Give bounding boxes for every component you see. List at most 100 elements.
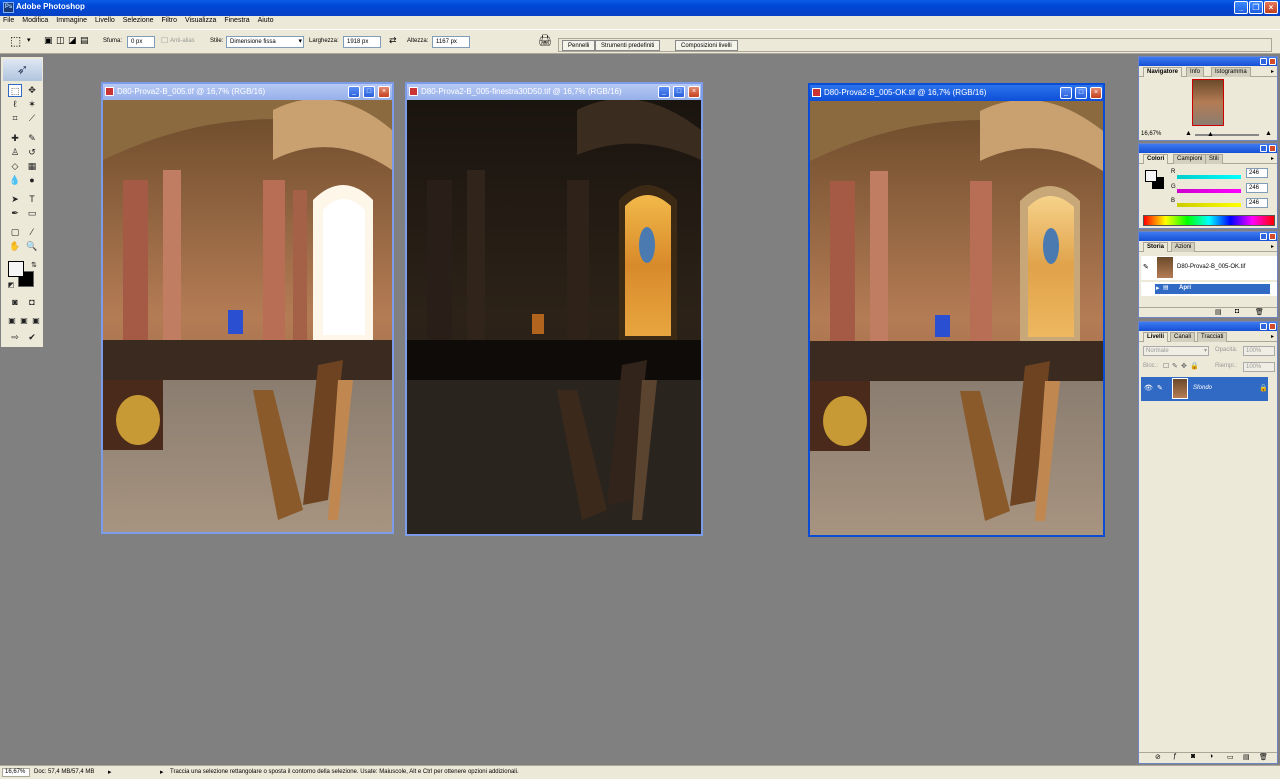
healing-brush-tool-icon[interactable]: ✚ (8, 132, 22, 145)
tab-livelli[interactable]: Livelli (1143, 332, 1169, 342)
doc-minimize-button[interactable]: _ (348, 86, 360, 98)
channel-g-input[interactable]: 246 (1246, 183, 1268, 193)
document-canvas[interactable] (810, 101, 1103, 535)
tab-info[interactable]: Info (1186, 67, 1205, 77)
palette-menu-icon[interactable]: ▸ (1271, 333, 1274, 340)
palette-close-button[interactable] (1269, 145, 1276, 152)
close-button[interactable]: × (1264, 1, 1278, 14)
doc-maximize-button[interactable]: □ (363, 86, 375, 98)
menu-livello[interactable]: Livello (92, 16, 118, 24)
palette-header[interactable] (1139, 232, 1277, 241)
rect-marquee-tool-icon[interactable]: ⬚ (8, 84, 22, 97)
doc-close-button[interactable]: × (688, 86, 700, 98)
shape-tool-icon[interactable]: ▭ (25, 207, 39, 220)
document-window-dark[interactable]: D80-Prova2-B_005-finestra30D50.tif @ 16,… (405, 82, 703, 536)
eyedropper-tool-icon[interactable]: ⁄ (25, 226, 39, 239)
tab-composizioni-livelli[interactable]: Composizioni livelli (675, 40, 738, 51)
palette-header[interactable] (1139, 57, 1277, 66)
screen-mode-full-icon[interactable]: ▣ (29, 314, 43, 327)
imageready-icon[interactable]: ⇨ (8, 331, 22, 344)
new-selection-icon[interactable]: ▣ (44, 35, 53, 46)
tab-storia[interactable]: Storia (1143, 242, 1169, 252)
clone-stamp-tool-icon[interactable]: ♙ (8, 146, 22, 159)
intersect-selection-icon[interactable]: ▤ (80, 35, 89, 46)
tab-tracciati[interactable]: Tracciati (1197, 332, 1228, 342)
tab-strumenti-predefiniti[interactable]: Strumenti predefiniti (595, 40, 661, 51)
doc-minimize-button[interactable]: _ (1060, 87, 1072, 99)
doc-minimize-button[interactable]: _ (658, 86, 670, 98)
new-layer-icon[interactable]: ▤ (1243, 753, 1250, 761)
brush-tool-icon[interactable]: ✎ (25, 132, 39, 145)
dodge-tool-icon[interactable]: ● (25, 174, 39, 187)
trash-icon[interactable]: 🗑 (1259, 753, 1268, 761)
zoom-out-icon[interactable]: ▲ (1185, 130, 1192, 137)
menu-finestra[interactable]: Finestra (221, 16, 252, 24)
swap-colors-icon[interactable]: ⇅ (27, 259, 41, 272)
tab-colori[interactable]: Colori (1143, 154, 1169, 164)
menu-file[interactable]: File (0, 16, 17, 24)
palette-close-button[interactable] (1269, 58, 1276, 65)
checkmark-icon[interactable]: ✔ (25, 331, 39, 344)
document-window-ok[interactable]: D80-Prova2-B_005-OK.tif @ 16,7% (RGB/16)… (808, 83, 1105, 537)
status-zoom[interactable]: 16,67% (2, 768, 30, 777)
menu-immagine[interactable]: Immagine (53, 16, 90, 24)
tab-campioni[interactable]: Campioni (1173, 154, 1207, 164)
channel-b-input[interactable]: 246 (1246, 198, 1268, 208)
new-document-from-state-icon[interactable]: ▤ (1215, 308, 1222, 316)
doc-close-button[interactable]: × (1090, 87, 1102, 99)
lock-transparency-icon[interactable]: ☐ (1163, 362, 1169, 370)
quick-mask-mode-icon[interactable]: ◘ (25, 296, 39, 309)
layer-visibility-eye-icon[interactable]: 👁 (1144, 384, 1153, 392)
tab-stili[interactable]: Stili (1205, 154, 1223, 164)
stile-select[interactable]: Dimensione fissa ▾ (226, 36, 304, 48)
navigator-thumbnail[interactable] (1192, 79, 1224, 126)
palette-header[interactable] (1139, 144, 1277, 153)
channel-g-slider[interactable] (1177, 189, 1241, 193)
lasso-tool-icon[interactable]: ℓ (8, 98, 22, 111)
channel-r-slider[interactable] (1177, 175, 1241, 179)
menu-selezione[interactable]: Selezione (120, 16, 157, 24)
doc-close-button[interactable]: × (378, 86, 390, 98)
new-group-icon[interactable]: ▭ (1227, 753, 1234, 761)
zoom-slider-handle-icon[interactable]: ▲ (1207, 131, 1214, 138)
subtract-selection-icon[interactable]: ◪ (68, 35, 77, 46)
menu-aiuto[interactable]: Aiuto (255, 16, 277, 24)
blend-mode-select[interactable]: Normale ▾ (1143, 346, 1209, 356)
palette-minimize-button[interactable] (1260, 233, 1267, 240)
foreground-color-swatch[interactable] (8, 261, 24, 277)
menu-filtro[interactable]: Filtro (158, 16, 180, 24)
marquee-tool-icon[interactable]: ⬚ (10, 34, 21, 48)
palette-minimize-button[interactable] (1260, 58, 1267, 65)
doc-maximize-button[interactable]: □ (1075, 87, 1087, 99)
feather-logo-icon[interactable]: ➶ (3, 59, 42, 81)
default-colors-icon[interactable]: ◩ (4, 279, 18, 292)
fill-input[interactable]: 100% (1243, 362, 1275, 372)
hand-tool-icon[interactable]: ✋ (8, 240, 22, 253)
zoom-slider[interactable] (1195, 134, 1259, 136)
blur-tool-icon[interactable]: 💧 (8, 174, 22, 187)
lock-all-icon[interactable]: 🔒 (1190, 362, 1199, 370)
lock-pixels-icon[interactable]: ✎ (1172, 362, 1178, 370)
move-tool-icon[interactable]: ✥ (25, 84, 39, 97)
slice-tool-icon[interactable]: ⟋ (25, 112, 39, 125)
document-canvas[interactable] (103, 100, 392, 532)
larghezza-input[interactable]: 1918 px (343, 36, 381, 48)
antialias-checkbox[interactable]: ☐ (161, 36, 168, 45)
palette-minimize-button[interactable] (1260, 323, 1267, 330)
new-snapshot-icon[interactable]: ◘ (1235, 308, 1239, 315)
zoom-in-icon[interactable]: ▲ (1265, 130, 1272, 137)
swap-dimensions-icon[interactable]: ⇄ (389, 35, 397, 46)
colors-foreground-swatch[interactable] (1145, 170, 1157, 182)
magic-wand-tool-icon[interactable]: ✶ (25, 98, 39, 111)
layer-mask-icon[interactable]: ◙ (1191, 753, 1195, 760)
navigator-zoom[interactable]: 16,67% (1141, 131, 1161, 137)
palette-menu-icon[interactable]: ▸ (1271, 155, 1274, 162)
layer-row[interactable]: 👁 ✎ Sfondo 🔒 (1141, 377, 1268, 401)
doc-maximize-button[interactable]: □ (673, 86, 685, 98)
zoom-tool-icon[interactable]: 🔍 (25, 240, 39, 253)
channel-b-slider[interactable] (1177, 203, 1241, 207)
sfuma-input[interactable]: 0 px (127, 36, 155, 48)
history-snapshot-row[interactable]: ✎ D80-Prova2-B_005-OK.tif (1141, 256, 1277, 280)
document-title-bar[interactable]: D80-Prova2-B_005-finestra30D50.tif @ 16,… (407, 84, 701, 100)
gradient-tool-icon[interactable]: ▦ (25, 160, 39, 173)
